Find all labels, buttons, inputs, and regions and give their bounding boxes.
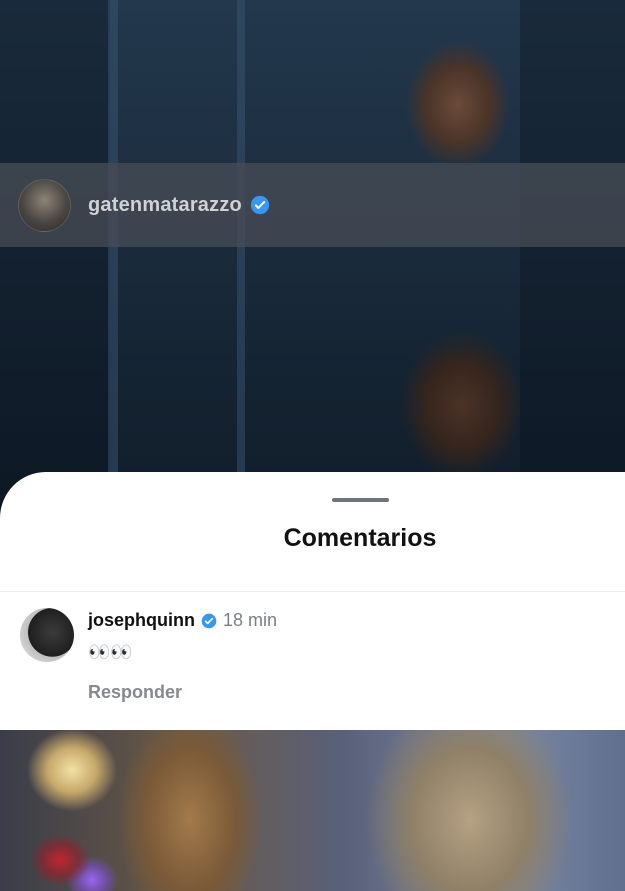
comment-text: 👀👀 xyxy=(88,642,133,662)
comment-item: josephquinn 18 min 👀👀 Responder xyxy=(20,606,625,726)
photo-shade-left xyxy=(0,0,110,520)
post-photo-background xyxy=(0,0,625,520)
comments-title: Comentarios xyxy=(283,524,437,552)
next-post-photo xyxy=(0,730,625,891)
comment-username[interactable]: josephquinn xyxy=(88,610,195,631)
photo-pole-right xyxy=(237,0,245,520)
comments-sheet: Comentarios josephquinn 18 min 👀👀 Respon… xyxy=(0,472,625,730)
photo-shade-right xyxy=(520,0,625,520)
verified-badge-icon xyxy=(201,613,217,628)
verified-badge-icon xyxy=(250,195,270,215)
divider xyxy=(0,591,625,592)
comment-header: josephquinn 18 min xyxy=(88,610,277,631)
sheet-grabber-handle[interactable] xyxy=(332,498,389,502)
reply-button[interactable]: Responder xyxy=(88,682,182,703)
comment-timestamp: 18 min xyxy=(223,610,278,630)
post-author-name[interactable]: gatenmatarazzo xyxy=(88,194,242,217)
avatar[interactable] xyxy=(18,178,71,232)
avatar[interactable] xyxy=(20,608,74,662)
post-author-header[interactable]: gatenmatarazzo xyxy=(0,163,625,247)
photo-pole-left xyxy=(108,0,118,520)
